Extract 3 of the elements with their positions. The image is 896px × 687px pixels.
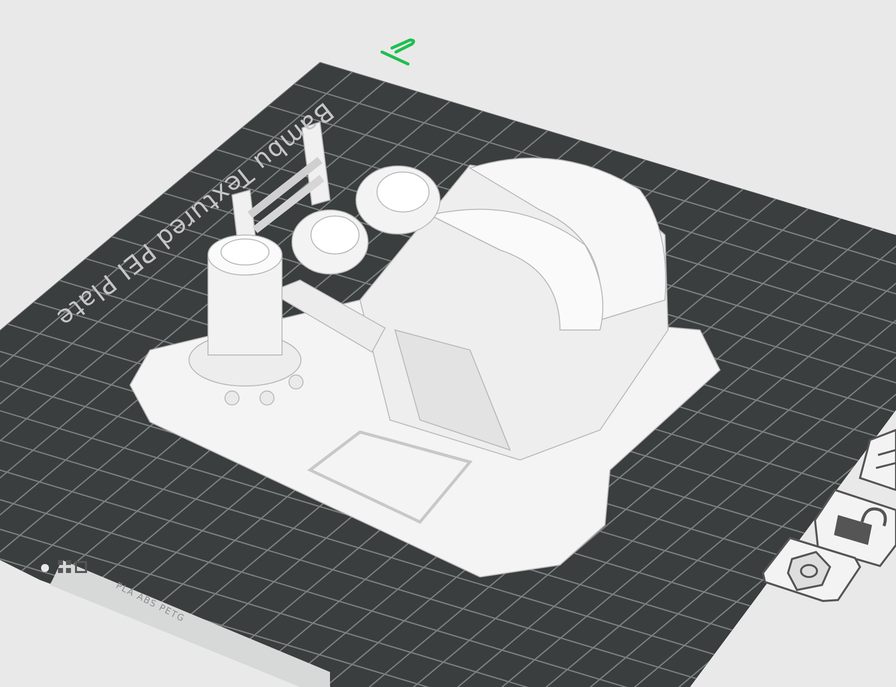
plate-marker-icon [380,38,416,66]
grid-icon [58,560,71,573]
square-icon [75,561,87,573]
